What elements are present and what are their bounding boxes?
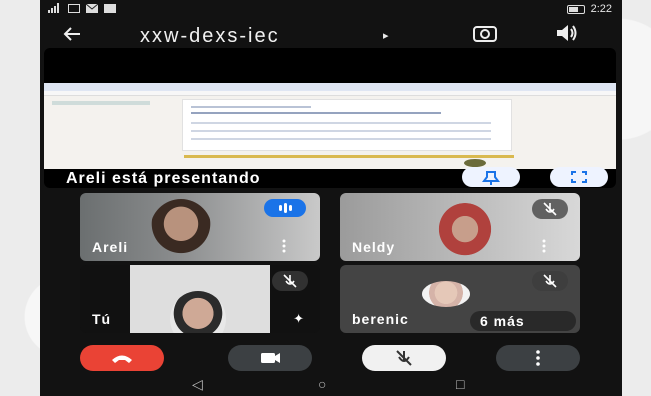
mic-off-badge xyxy=(532,199,568,219)
audio-wave-icon xyxy=(279,203,292,213)
participant-tile-self[interactable]: Tú ✦ xyxy=(80,265,320,333)
mic-off-icon xyxy=(543,274,557,288)
participant-tile-areli[interactable]: Areli xyxy=(80,193,320,261)
system-nav-bar: ◁ ○ □ xyxy=(40,376,622,396)
caret-right-icon[interactable]: ▸ xyxy=(383,29,389,42)
status-bar: 2:22 xyxy=(40,0,622,18)
participant-tile-neldy[interactable]: Neldy xyxy=(340,193,580,261)
mic-toggle-button[interactable] xyxy=(362,345,446,371)
more-participants-label[interactable]: 6 más xyxy=(470,311,576,331)
speaking-indicator xyxy=(264,199,306,217)
presenter-label: Areli está presentando xyxy=(66,170,261,187)
video-camera-icon xyxy=(261,353,280,363)
fullscreen-button[interactable] xyxy=(550,167,608,187)
mic-off-icon xyxy=(396,350,412,366)
nav-recents-button[interactable]: □ xyxy=(456,376,464,392)
effects-icon[interactable]: ✦ xyxy=(293,311,304,327)
phone-screen: 2:22 xxw-dexs-iec ▸ Areli está presentan… xyxy=(40,0,622,396)
video-toggle-button[interactable] xyxy=(228,345,312,371)
status-time: 2:22 xyxy=(590,3,612,15)
battery-icon xyxy=(566,4,585,14)
meeting-code[interactable]: xxw-dexs-iec xyxy=(140,25,280,48)
notification-icon xyxy=(68,3,80,13)
mic-off-icon xyxy=(283,274,297,288)
image-icon xyxy=(104,3,116,13)
pin-icon xyxy=(482,171,500,185)
mail-icon xyxy=(86,3,98,13)
more-options-button[interactable] xyxy=(496,345,580,371)
camera-switch-icon[interactable] xyxy=(473,24,497,42)
nav-home-button[interactable]: ○ xyxy=(318,376,326,392)
arrow-left-icon[interactable] xyxy=(60,22,84,51)
pin-button[interactable] xyxy=(462,167,520,187)
mic-off-badge xyxy=(532,271,568,291)
speaker-icon[interactable] xyxy=(555,23,579,43)
end-call-icon xyxy=(112,355,132,363)
fullscreen-icon xyxy=(571,171,587,183)
shared-document xyxy=(182,99,512,151)
nav-back-button[interactable]: ◁ xyxy=(192,376,203,393)
participant-name: berenic xyxy=(352,311,409,327)
signal-icon xyxy=(48,3,59,13)
more-vertical-icon[interactable] xyxy=(282,239,286,253)
call-header: xxw-dexs-iec ▸ xyxy=(40,20,622,50)
end-call-button[interactable] xyxy=(80,345,164,371)
mic-off-icon xyxy=(543,202,557,216)
mic-off-badge xyxy=(272,271,308,291)
self-face xyxy=(170,291,226,333)
more-vertical-icon xyxy=(536,350,540,366)
more-vertical-icon[interactable] xyxy=(542,239,546,253)
call-controls xyxy=(40,342,622,372)
avatar xyxy=(422,281,470,307)
participant-name: Areli xyxy=(92,239,129,255)
self-video xyxy=(130,265,270,333)
participant-video xyxy=(150,199,212,261)
presentation-card[interactable]: Areli está presentando xyxy=(44,48,616,188)
participant-tile-berenic[interactable]: berenic 6 más xyxy=(340,265,580,333)
participant-name: Neldy xyxy=(352,239,396,255)
participant-name: Tú xyxy=(92,311,112,327)
shared-screen xyxy=(44,83,616,169)
participant-video xyxy=(436,203,494,261)
